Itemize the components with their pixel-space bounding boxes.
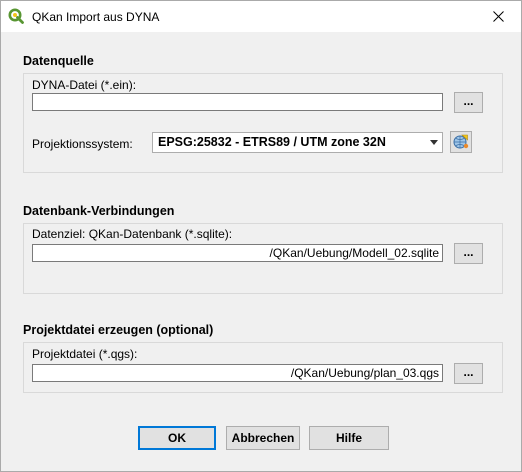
group-projektdatei: Projektdatei (*.qgs): /QKan/Uebung/plan_… — [23, 342, 503, 393]
hilfe-button[interactable]: Hilfe — [309, 426, 389, 450]
globe-crs-icon — [453, 134, 469, 149]
datenziel-label: Datenziel: QKan-Datenbank (*.sqlite): — [32, 227, 233, 241]
section-title-projektdatei: Projektdatei erzeugen (optional) — [23, 323, 214, 337]
section-title-datenbank: Datenbank-Verbindungen — [23, 204, 175, 218]
crs-label: Projektionssystem: — [32, 137, 133, 151]
projektdatei-label: Projektdatei (*.qgs): — [32, 347, 138, 361]
title-bar[interactable]: QKan Import aus DYNA — [1, 1, 521, 32]
close-icon — [492, 11, 504, 22]
ok-button[interactable]: OK — [138, 426, 216, 450]
datenziel-browse-button[interactable]: ... — [454, 243, 483, 264]
crs-picker-button[interactable] — [450, 131, 472, 153]
dyna-file-input[interactable] — [32, 93, 443, 111]
group-datenquelle: DYNA-Datei (*.ein): ... Projektionssyste… — [23, 73, 503, 173]
group-datenbank: Datenziel: QKan-Datenbank (*.sqlite): /Q… — [23, 223, 503, 294]
crs-select-value: EPSG:25832 - ETRS89 / UTM zone 32N — [158, 135, 386, 149]
dialog-window: QKan Import aus DYNA Datenquelle DYNA-Da… — [0, 0, 522, 472]
qgis-logo-icon — [8, 8, 24, 24]
datenziel-input[interactable]: /QKan/Uebung/Modell_02.sqlite — [32, 244, 443, 262]
projektdatei-input[interactable]: /QKan/Uebung/plan_03.qgs — [32, 364, 443, 382]
abbrechen-button[interactable]: Abbrechen — [226, 426, 300, 450]
close-button[interactable] — [475, 1, 521, 32]
projektdatei-browse-button[interactable]: ... — [454, 363, 483, 384]
dyna-browse-button[interactable]: ... — [454, 92, 483, 113]
section-title-datenquelle: Datenquelle — [23, 54, 94, 68]
dyna-file-label: DYNA-Datei (*.ein): — [32, 78, 137, 92]
window-title: QKan Import aus DYNA — [32, 10, 160, 24]
crs-select[interactable]: EPSG:25832 - ETRS89 / UTM zone 32N — [152, 132, 443, 153]
chevron-down-icon — [430, 140, 438, 145]
